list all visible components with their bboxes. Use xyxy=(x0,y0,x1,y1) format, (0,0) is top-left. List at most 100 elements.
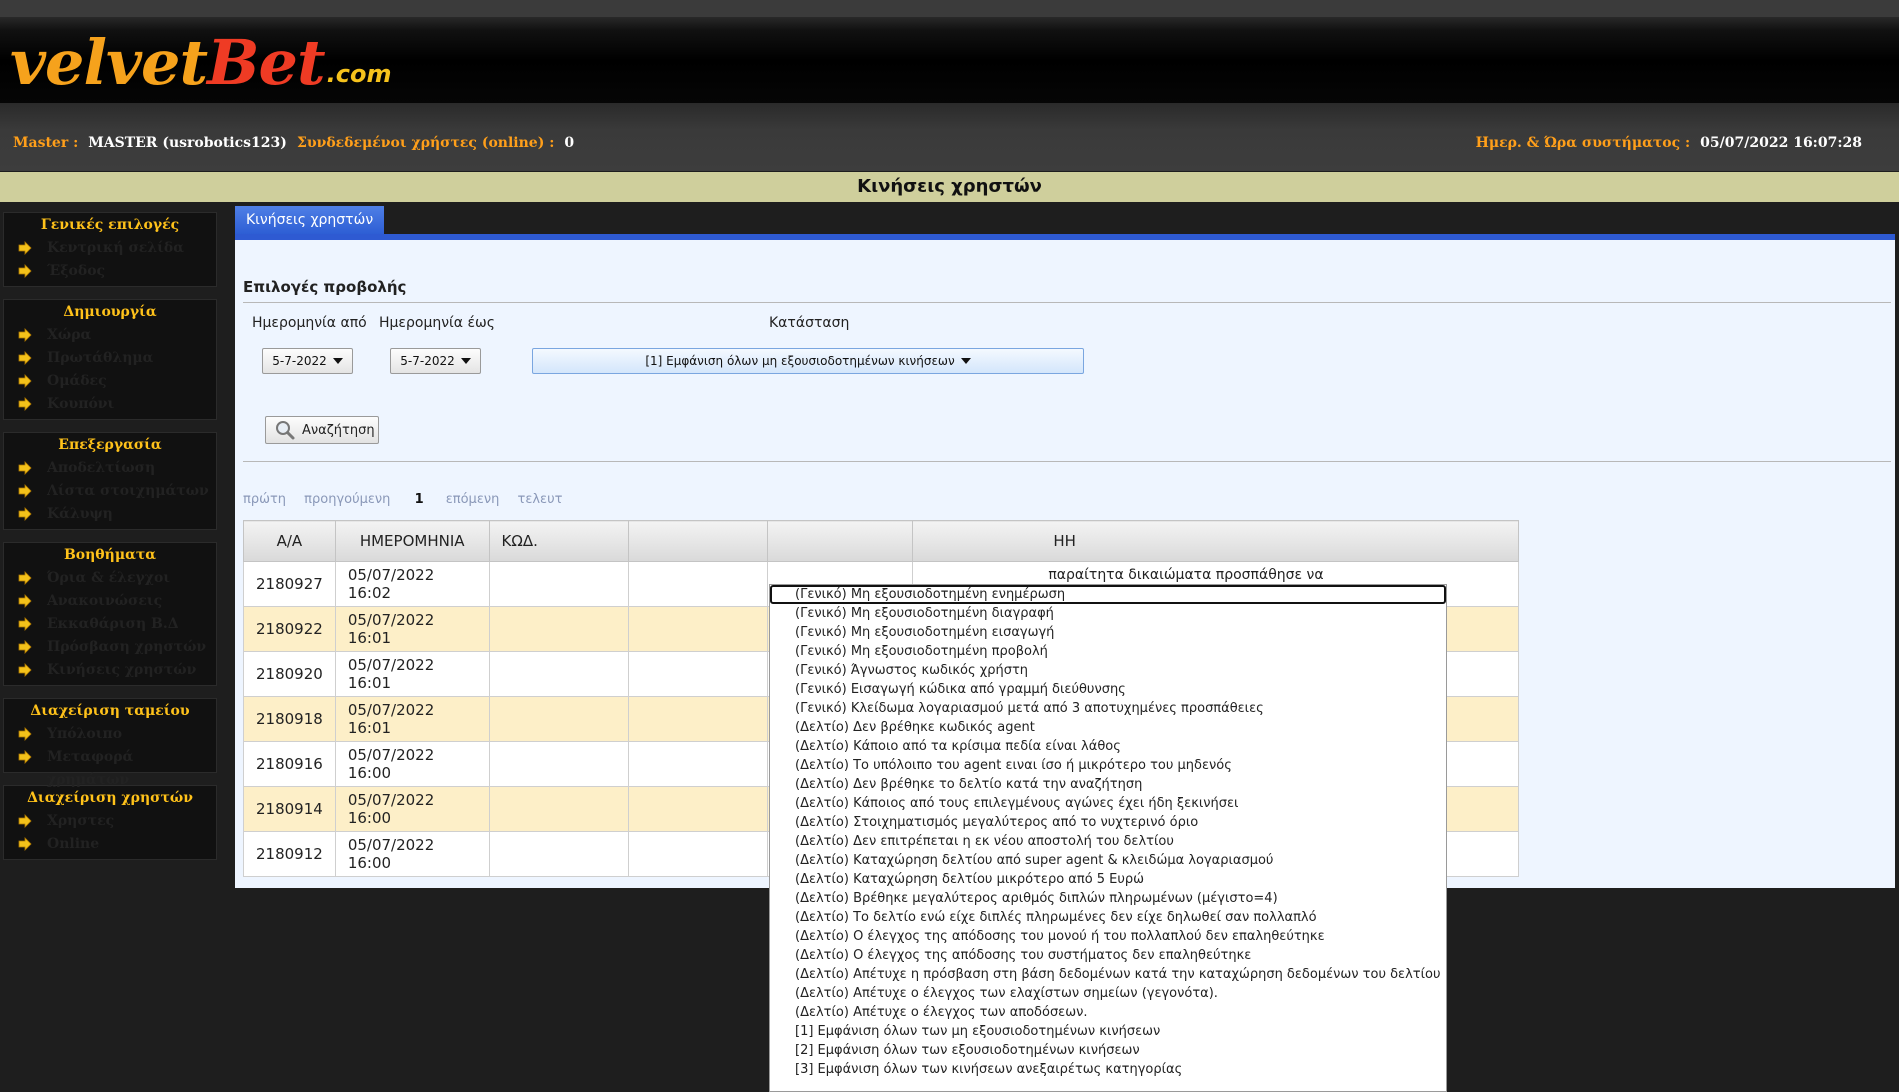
dropdown-option[interactable]: (Δελτίο) Απέτυχε ο έλεγχος των αποδόσεων… xyxy=(770,1003,1446,1022)
sidebar-item[interactable]: Υπόλοιπο xyxy=(4,723,216,746)
sidebar-item[interactable]: Κινήσεις χρηστών xyxy=(4,659,216,682)
sidebar-item[interactable]: Κεντρική σελίδα xyxy=(4,237,216,260)
cell-code xyxy=(488,831,629,877)
divider xyxy=(243,461,1891,462)
pager-last[interactable]: τελευτ xyxy=(518,492,563,507)
sidebar-item[interactable]: Κουπόνι xyxy=(4,393,216,416)
date-to-select[interactable]: 5-7-2022 xyxy=(390,348,481,374)
dropdown-option[interactable]: (Δελτίο) Το υπόλοιπο του agent ειναι ίσο… xyxy=(770,756,1446,775)
col-header-code[interactable]: ΚΩΔ. xyxy=(488,520,629,562)
sidebar-item[interactable]: Κάλυψη xyxy=(4,503,216,526)
cell-code xyxy=(488,606,629,652)
dropdown-option[interactable]: (Δελτίο) Κάποιο από τα κρίσιμα πεδία είν… xyxy=(770,737,1446,756)
cell-date: 05/07/2022 16:01 xyxy=(334,696,490,742)
arrow-right-icon xyxy=(18,640,32,654)
sidebar-group: Βοηθήματα Όρια & έλεγχοι Ανακοινώσεις Εκκαθ… xyxy=(4,543,216,685)
cell-aa: 2180912 xyxy=(243,831,336,877)
cell-description-line1: παραίτητα δικαιώματα προσπάθησε να xyxy=(1048,567,1324,583)
sidebar-item[interactable]: Λίστα στοιχημάτων xyxy=(4,480,216,503)
sidebar-group-title: Επεξεργασία xyxy=(58,437,162,453)
sidebar-group: Επεξεργασία Αποδελτίωση Λίστα στοιχημάτων Κ… xyxy=(4,433,216,529)
logo-com: .com xyxy=(326,60,392,88)
dropdown-option[interactable]: (Δελτίο) Το δελτίο ενώ είχε διπλές πληρω… xyxy=(770,908,1446,927)
info-bar: Master : MASTER (usrobotics123) Συνδεδεμέ… xyxy=(0,103,1899,171)
pager-next[interactable]: επόμενη xyxy=(446,492,500,507)
sidebar-item-label: Κάλυψη xyxy=(47,506,113,522)
date-from-select[interactable]: 5-7-2022 xyxy=(262,348,353,374)
col-header-date[interactable]: ΗΜΕΡΟΜΗΝΙΑ xyxy=(334,520,490,562)
sidebar-item[interactable]: Πρωτάθλημα xyxy=(4,347,216,370)
master-info: Master : MASTER (usrobotics123) xyxy=(13,135,287,151)
arrow-right-icon xyxy=(18,374,32,388)
dropdown-option[interactable]: (Δελτίο) Ο έλεγχος της απόδοσης του μονο… xyxy=(770,927,1446,946)
dropdown-option[interactable]: (Δελτίο) Στοιχηματισμός μεγαλύτερος από … xyxy=(770,813,1446,832)
sidebar-item[interactable]: Πρόσβαση χρηστών xyxy=(4,636,216,659)
dropdown-option[interactable]: (Γενικό) Μη εξουσιοδοτημένη ενημέρωση xyxy=(770,585,1446,604)
sidebar-item-label: Χρηστες xyxy=(47,813,115,829)
sidebar-item[interactable]: Μεταφορά χρημάτων xyxy=(4,746,216,788)
dropdown-option[interactable]: (Δελτίο) Απέτυχε η πρόσβαση στη βάση δεδ… xyxy=(770,965,1446,984)
sidebar-item[interactable]: Όρια & έλεγχοι xyxy=(4,567,216,590)
pager-first[interactable]: πρώτη xyxy=(243,492,286,507)
col-header-description[interactable]: ΗΗ xyxy=(912,520,1519,562)
dropdown-option[interactable]: (Δελτίο) Δεν επιτρέπεται η εκ νέου αποστ… xyxy=(770,832,1446,851)
cell-code xyxy=(488,786,629,832)
cell-code xyxy=(488,741,629,787)
status-select[interactable]: [1] Εμφάνιση όλων μη εξουσιοδοτημένων κι… xyxy=(532,348,1084,374)
sidebar-item[interactable]: Ομάδες xyxy=(4,370,216,393)
dropdown-option[interactable]: [2] Εμφάνιση όλων των εξουσιοδοτημένων κ… xyxy=(770,1041,1446,1060)
dropdown-option[interactable]: (Γενικό) Εισαγωγή κώδικα από γραμμή διεύ… xyxy=(770,680,1446,699)
arrow-right-icon xyxy=(18,507,32,521)
sidebar-item[interactable]: Εκκαθάριση Β.Δ xyxy=(4,613,216,636)
sidebar-item[interactable]: Online xyxy=(4,833,216,856)
tab-user-movements[interactable]: Κινήσεις χρηστών xyxy=(235,206,385,234)
dropdown-option[interactable]: (Δελτίο) Βρέθηκε μεγαλύτερος αριθμός διπ… xyxy=(770,889,1446,908)
status-dropdown-list[interactable]: (Γενικό) Μη εξουσιοδοτημένη ενημέρωση (Γε… xyxy=(769,584,1447,1092)
dropdown-option[interactable]: [1] Εμφάνιση όλων των μη εξουσιοδοτημένω… xyxy=(770,1022,1446,1041)
cell-code xyxy=(488,651,629,697)
cell-aa: 2180927 xyxy=(243,561,336,607)
dropdown-option[interactable]: [3] Εμφάνιση όλων των κινήσεων ανεξαιρέτ… xyxy=(770,1060,1446,1079)
sidebar-group: Γενικές επιλογές Κεντρική σελίδα Έξοδος xyxy=(4,213,216,286)
cell-empty xyxy=(627,741,769,787)
sidebar-item[interactable]: Έξοδος xyxy=(4,260,216,283)
cell-code xyxy=(488,696,629,742)
search-button[interactable]: Αναζήτηση xyxy=(265,416,379,444)
date-from-value: 5-7-2022 xyxy=(272,354,327,368)
sidebar-item[interactable]: Χρηστες xyxy=(4,810,216,833)
dropdown-option[interactable]: (Δελτίο) Δεν βρέθηκε κωδικός agent xyxy=(770,718,1446,737)
col-header-hidden-1[interactable] xyxy=(627,520,769,562)
dropdown-option[interactable]: (Δελτίο) Απέτυχε ο έλεγχος των ελαχίστων… xyxy=(770,984,1446,1003)
sidebar-item[interactable]: Αποδελτίωση xyxy=(4,457,216,480)
options-heading: Επιλογές προβολής xyxy=(243,278,407,296)
arrow-right-icon xyxy=(18,594,32,608)
master-value: MASTER (usrobotics123) xyxy=(88,135,287,151)
sidebar-item[interactable]: Ανακοινώσεις xyxy=(4,590,216,613)
date-to-value: 5-7-2022 xyxy=(400,354,455,368)
sidebar-item[interactable]: Χώρα xyxy=(4,324,216,347)
cell-aa: 2180922 xyxy=(243,606,336,652)
chevron-down-icon xyxy=(332,358,343,364)
sidebar-group-title: Γενικές επιλογές xyxy=(40,217,180,233)
dropdown-option[interactable]: (Δελτίο) Δεν βρέθηκε το δελτίο κατά την … xyxy=(770,775,1446,794)
system-datetime-value: 05/07/2022 16:07:28 xyxy=(1700,135,1862,151)
dropdown-option[interactable]: (Δελτίο) Κάποιος από τους επιλεγμένους α… xyxy=(770,794,1446,813)
logo-bet: Bet xyxy=(207,26,325,99)
dropdown-option[interactable]: (Δελτίο) Καταχώρηση δελτίου από super ag… xyxy=(770,851,1446,870)
dropdown-option[interactable]: (Δελτίο) Ο έλεγχος της απόδοσης του συστ… xyxy=(770,946,1446,965)
dropdown-option[interactable]: (Γενικό) Μη εξουσιοδοτημένη εισαγωγή xyxy=(770,623,1446,642)
dropdown-option[interactable]: (Γενικό) Μη εξουσιοδοτημένη προβολή xyxy=(770,642,1446,661)
dropdown-option[interactable]: (Γενικό) Μη εξουσιοδοτημένη διαγραφή xyxy=(770,604,1446,623)
arrow-right-icon xyxy=(18,617,32,631)
cell-empty xyxy=(627,786,769,832)
col-header-aa[interactable]: Α/Α xyxy=(243,520,336,562)
pager-prev[interactable]: προηγούμενη xyxy=(304,492,390,507)
top-header: velvet Bet .com xyxy=(0,0,1899,103)
cell-date: 05/07/2022 16:01 xyxy=(334,606,490,652)
brand-logo[interactable]: velvet Bet .com xyxy=(10,18,391,94)
dropdown-option[interactable]: (Δελτίο) Καταχώρηση δελτίου μικρότερο απ… xyxy=(770,870,1446,889)
dropdown-option[interactable]: (Γενικό) Κλείδωμα λογαριασμού μετά από 3… xyxy=(770,699,1446,718)
col-header-hidden-2[interactable] xyxy=(767,520,914,562)
sidebar-item-label: Μεταφορά χρημάτων xyxy=(47,749,134,788)
dropdown-option[interactable]: (Γενικό) Άγνωστος κωδικός χρήστη xyxy=(770,661,1446,680)
